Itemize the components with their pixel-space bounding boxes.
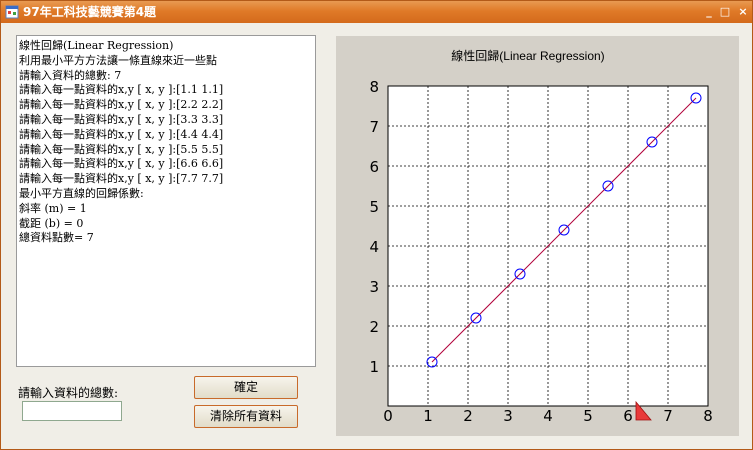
x-tick-label: 6 — [623, 407, 633, 425]
output-line: 請輸入資料的總數: 7 — [19, 68, 122, 82]
window-title: 97年工科技藝競賽第4題 — [23, 5, 157, 19]
x-tick-label: 4 — [543, 407, 553, 425]
title-bar[interactable]: 97年工科技藝競賽第4題 _ □ × — [1, 1, 752, 23]
x-tick-label: 7 — [663, 407, 673, 425]
x-tick-label: 5 — [583, 407, 593, 425]
x-tick-label: 8 — [703, 407, 713, 425]
y-tick-label: 6 — [369, 158, 379, 176]
output-line: 截距 (b) = 0 — [19, 216, 84, 230]
x-tick-label: 2 — [463, 407, 473, 425]
y-tick-label: 3 — [369, 278, 379, 296]
y-tick-label: 8 — [369, 78, 379, 96]
output-line: 請輸入每一點資料的x,y [ x, y ]:[4.4 4.4] — [19, 127, 224, 141]
regression-chart: 線性回歸(Linear Regression) 0 1 2 3 4 5 6 7 8 1 2 3 4 5 6 7 8 — [369, 48, 713, 425]
output-line: 總資料點數= 7 — [19, 231, 94, 245]
minimize-button[interactable]: _ — [701, 4, 717, 20]
clear-all-button[interactable]: 清除所有資料 — [194, 405, 298, 428]
output-line: 最小平方直線的回歸係數: — [19, 186, 144, 200]
maximize-button[interactable]: □ — [717, 4, 733, 20]
output-line: 線性回歸(Linear Regression) — [19, 39, 174, 52]
chart-title: 線性回歸(Linear Regression) — [451, 48, 604, 63]
y-tick-label: 7 — [369, 118, 379, 136]
close-button[interactable]: × — [735, 4, 751, 20]
count-label: 請輸入資料的總數: — [18, 386, 119, 400]
x-tick-label: 1 — [423, 407, 433, 425]
output-line: 請輸入每一點資料的x,y [ x, y ]:[2.2 2.2] — [19, 98, 224, 112]
y-tick-label: 1 — [369, 358, 379, 376]
x-tick-label: 0 — [383, 407, 393, 425]
count-input[interactable] — [22, 401, 122, 421]
output-line: 請輸入每一點資料的x,y [ x, y ]:[7.7 7.7] — [19, 172, 224, 186]
output-textbox[interactable]: 線性回歸(Linear Regression) 利用最小平方方法讓一條直線來近一… — [16, 35, 316, 367]
output-line: 利用最小平方方法讓一條直線來近一些點 — [19, 53, 217, 67]
confirm-button[interactable]: 確定 — [194, 376, 298, 399]
chart-panel: 線性回歸(Linear Regression) 0 1 2 3 4 5 6 7 8 1 2 3 4 5 6 7 8 — [336, 36, 739, 436]
main-window: 97年工科技藝競賽第4題 _ □ × 線性回歸(Linear Regressio… — [0, 0, 753, 450]
app-window-icon — [5, 5, 19, 19]
x-tick-label: 3 — [503, 407, 513, 425]
y-tick-label: 5 — [369, 198, 379, 216]
y-tick-label: 2 — [369, 318, 379, 336]
output-line: 請輸入每一點資料的x,y [ x, y ]:[1.1 1.1] — [19, 83, 224, 97]
y-tick-label: 4 — [369, 238, 379, 256]
output-line: 請輸入每一點資料的x,y [ x, y ]:[5.5 5.5] — [19, 142, 224, 156]
output-line: 請輸入每一點資料的x,y [ x, y ]:[6.6 6.6] — [19, 157, 224, 171]
output-line: 請輸入每一點資料的x,y [ x, y ]:[3.3 3.3] — [19, 112, 224, 126]
output-line: 斜率 (m) = 1 — [19, 201, 87, 215]
